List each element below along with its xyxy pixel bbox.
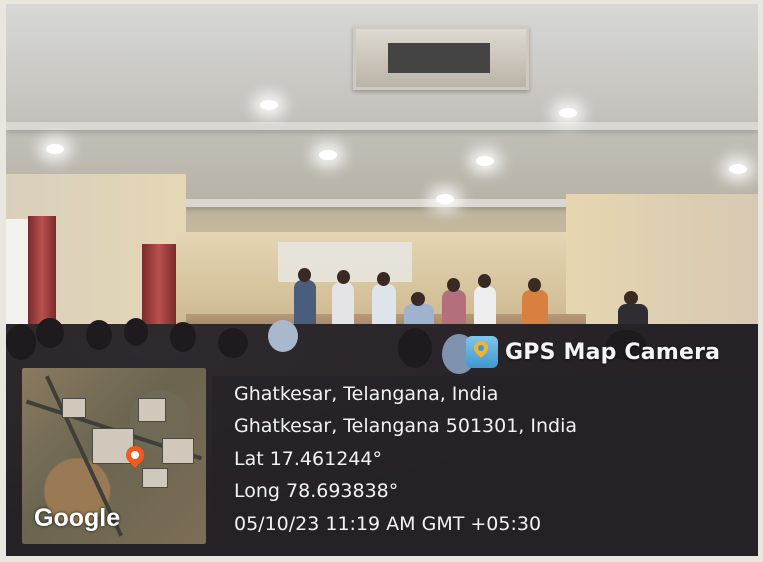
person-head — [337, 270, 350, 284]
latitude: Lat 17.461244° — [234, 448, 382, 470]
gps-map-camera-brand: GPS Map Camera — [466, 334, 720, 370]
ceiling-light — [46, 144, 64, 154]
google-logo: Google — [34, 504, 121, 532]
address-line-2: Ghatkesar, Telangana 501301, India — [234, 415, 578, 437]
right-wall — [566, 194, 758, 344]
ceiling-light — [260, 100, 278, 110]
map-pin-icon — [466, 336, 498, 368]
address-line-1: Ghatkesar, Telangana, India — [234, 383, 499, 405]
longitude: Long 78.693838° — [234, 480, 399, 502]
person-head — [528, 278, 541, 292]
person-head — [298, 268, 311, 282]
curtain — [142, 244, 176, 326]
brand-label: GPS Map Camera — [505, 339, 721, 365]
curtain — [28, 216, 56, 334]
ceiling-light — [729, 164, 747, 174]
person-head — [411, 292, 425, 306]
map-thumbnail: Google — [22, 368, 206, 544]
ac-vent — [353, 26, 529, 90]
person-head — [447, 278, 460, 292]
ceiling-light — [559, 108, 577, 118]
ceiling-light — [476, 156, 494, 166]
window — [6, 219, 30, 329]
ceiling-beam — [6, 122, 758, 130]
ceiling-light — [319, 150, 337, 160]
datetime: 05/10/23 11:19 AM GMT +05:30 — [234, 513, 542, 535]
person-head — [377, 272, 390, 286]
person-head — [478, 274, 491, 288]
person-head — [624, 291, 638, 305]
ceiling-light — [436, 194, 454, 204]
